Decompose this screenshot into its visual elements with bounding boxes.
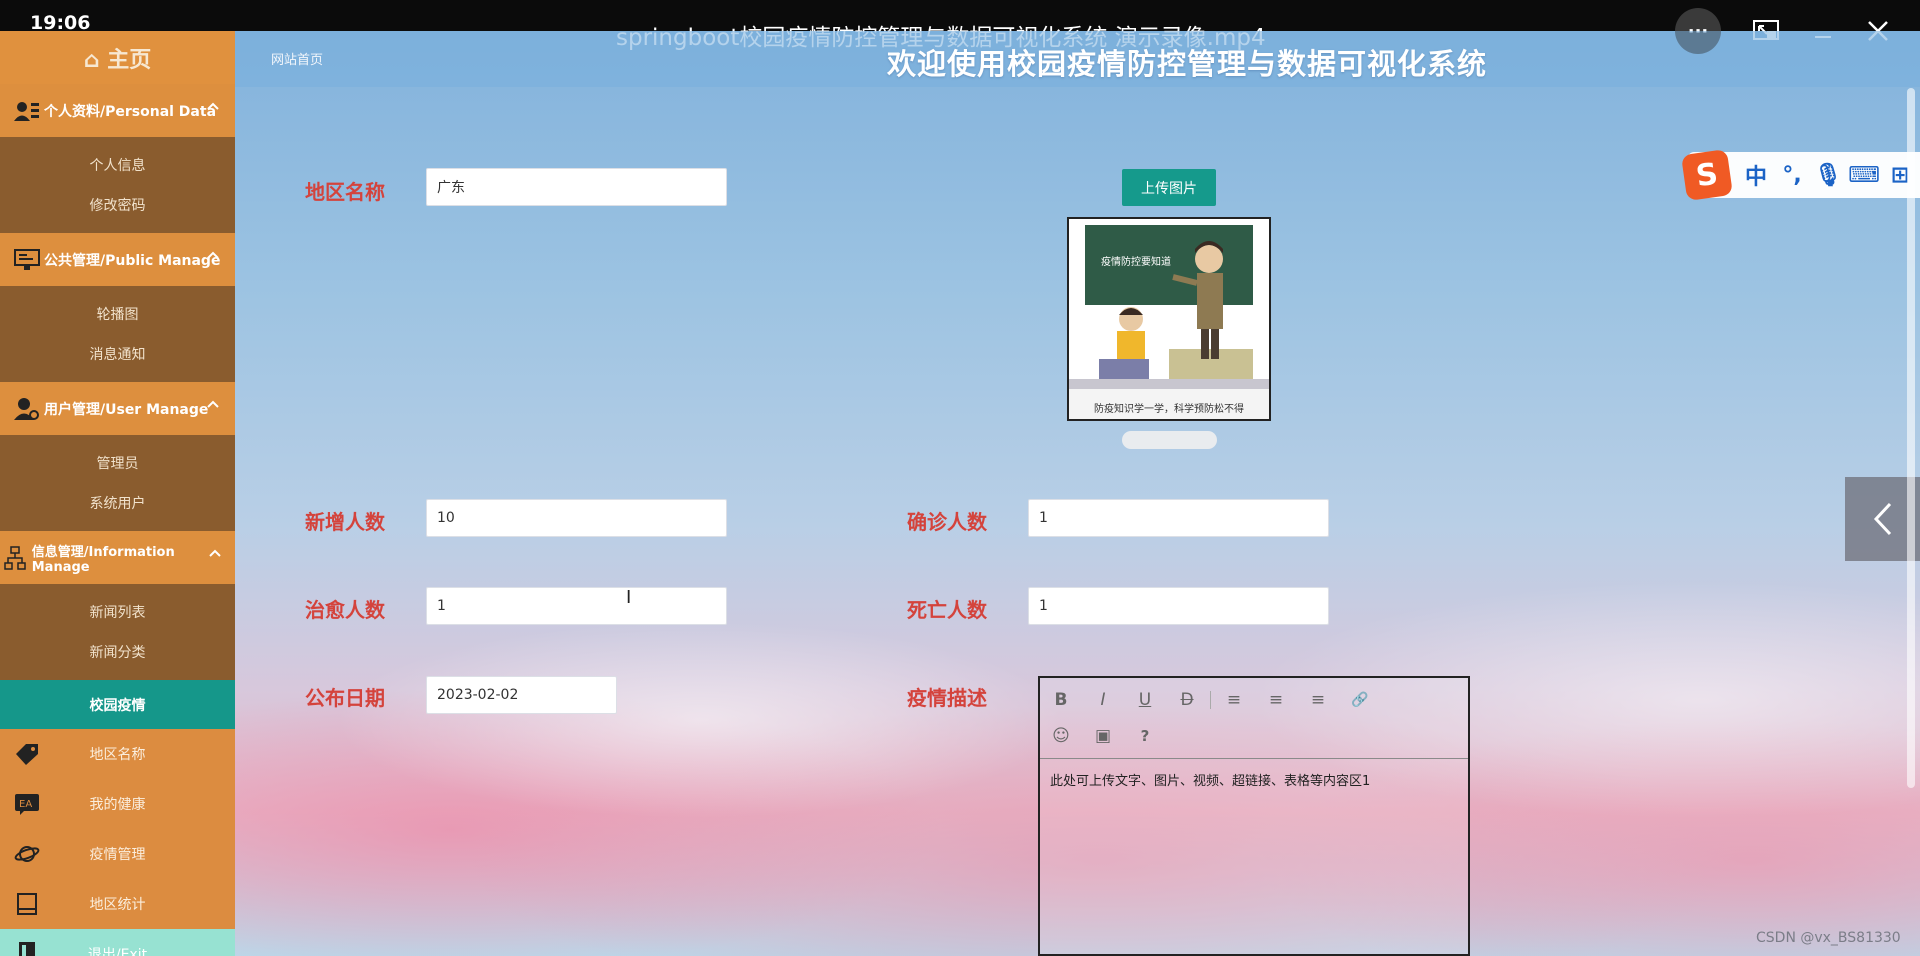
editor-toolbar: B I U D ≡ ≡ ≡ 🔗 bbox=[1040, 682, 1381, 718]
sidebar-item-epidemic-management[interactable]: 疫情管理 bbox=[0, 829, 235, 879]
emoji-button[interactable]: ☺ bbox=[1040, 718, 1082, 754]
sidebar-item-region-stats[interactable]: 地区统计 bbox=[0, 879, 235, 929]
board-text: 疫情防控要知道 bbox=[1101, 255, 1171, 268]
death-cases-input[interactable]: 1 bbox=[1028, 587, 1329, 625]
sidebar-home[interactable]: ⌂ 主页 bbox=[0, 31, 235, 84]
rich-text-editor[interactable]: B I U D ≡ ≡ ≡ 🔗 ☺ ▣ ? 此处可上传文字、图片、视频、超链接、… bbox=[1038, 676, 1470, 956]
epidemic-description-label: 疫情描述 bbox=[907, 686, 987, 710]
align-left-button[interactable]: ≡ bbox=[1213, 682, 1255, 718]
sidebar-item-notifications[interactable]: 消息通知 bbox=[0, 334, 235, 374]
svg-text:EA: EA bbox=[19, 799, 32, 810]
bold-button[interactable]: B bbox=[1040, 682, 1082, 718]
sidebar-submenu: 个人信息 修改密码 bbox=[0, 137, 235, 233]
image-caption: 防疫知识学一学，科学预防松不得 bbox=[1094, 404, 1244, 415]
new-cases-input[interactable]: 10 bbox=[426, 499, 727, 537]
editor-divider bbox=[1040, 758, 1468, 759]
editor-content[interactable]: 此处可上传文字、图片、视频、超链接、表格等内容区1 bbox=[1050, 770, 1370, 789]
chevron-up-icon bbox=[209, 549, 221, 557]
sidebar-group-personal[interactable]: 个人资料/Personal Data bbox=[0, 84, 235, 137]
publish-date-label: 公布日期 bbox=[305, 686, 385, 710]
sidebar-group-users[interactable]: 用户管理/User Manage bbox=[0, 382, 235, 435]
image-button[interactable]: ▣ bbox=[1082, 718, 1124, 754]
confirmed-cases-input[interactable]: 1 bbox=[1028, 499, 1329, 537]
sidebar-group-label: 个人资料/Personal Data bbox=[44, 103, 217, 120]
upload-image-button[interactable]: 上传图片 bbox=[1122, 169, 1216, 206]
chevron-up-icon bbox=[207, 400, 219, 408]
sidebar-submenu: 管理员 系统用户 bbox=[0, 435, 235, 531]
keyboard-icon[interactable]: ⌨ bbox=[1846, 163, 1882, 188]
cured-cases-label: 治愈人数 bbox=[305, 598, 385, 622]
italic-button[interactable]: I bbox=[1082, 682, 1124, 718]
breadcrumb[interactable]: 网站首页 bbox=[271, 49, 323, 68]
scrollbar[interactable] bbox=[1907, 88, 1915, 788]
door-icon bbox=[19, 942, 35, 956]
classroom-illustration: 疫情防控要知道 bbox=[1069, 219, 1269, 389]
ime-toolbar: S 中 °, 🎙 ⌨ ⊞ bbox=[1681, 149, 1920, 201]
image-action-pill[interactable] bbox=[1122, 431, 1217, 449]
sidebar-group-label: 信息管理/Information Manage bbox=[31, 544, 175, 575]
region-name-label: 地区名称 bbox=[305, 180, 385, 204]
chevron-up-icon bbox=[207, 102, 219, 110]
toolbar-divider bbox=[1210, 691, 1211, 709]
cured-cases-input[interactable]: 1 bbox=[426, 587, 727, 625]
align-center-button[interactable]: ≡ bbox=[1255, 682, 1297, 718]
confirmed-cases-label: 确诊人数 bbox=[907, 510, 987, 534]
chevron-left-icon bbox=[1873, 502, 1891, 536]
region-name-input[interactable]: 广东 bbox=[426, 168, 727, 206]
book-icon bbox=[17, 893, 37, 915]
tag-icon bbox=[16, 744, 38, 765]
sidebar-item-campus-epidemic[interactable]: 校园疫情 bbox=[0, 680, 235, 729]
sitemap-icon bbox=[2, 545, 28, 571]
publish-date-input[interactable]: 2023-02-02 bbox=[426, 676, 617, 714]
sogou-logo-icon[interactable]: S bbox=[1681, 149, 1733, 201]
sidebar-item-carousel[interactable]: 轮播图 bbox=[0, 294, 235, 334]
page-header: 网站首页 欢迎使用校园疫情防控管理与数据可视化系统 bbox=[235, 31, 1920, 87]
sidebar-item-personal-info[interactable]: 个人信息 bbox=[0, 145, 235, 185]
sidebar-submenu: 轮播图 消息通知 bbox=[0, 286, 235, 382]
sidebar-group-public[interactable]: 公共管理/Public Manage bbox=[0, 233, 235, 286]
link-button[interactable]: 🔗 bbox=[1339, 682, 1381, 718]
underline-button[interactable]: U bbox=[1124, 682, 1166, 718]
sidebar-item-region-name[interactable]: 地区名称 bbox=[0, 729, 235, 779]
help-button[interactable]: ? bbox=[1124, 718, 1166, 754]
planet-icon bbox=[14, 846, 40, 862]
sidebar-submenu: 新闻列表 新闻分类 bbox=[0, 584, 235, 680]
watermark: CSDN @vx_BS81330 bbox=[1756, 930, 1901, 946]
monitor-icon bbox=[14, 247, 40, 273]
exit-button[interactable]: 退出/Exit bbox=[0, 929, 235, 956]
user-card-icon bbox=[14, 98, 40, 124]
death-cases-label: 死亡人数 bbox=[907, 598, 987, 622]
sidebar: ⌂ 主页 个人资料/Personal Data 个人信息 修改密码 公共管理/P… bbox=[0, 31, 235, 956]
background-scene bbox=[0, 0, 1920, 956]
ime-punctuation-toggle[interactable]: °, bbox=[1774, 163, 1810, 188]
align-right-button[interactable]: ≡ bbox=[1297, 682, 1339, 718]
new-cases-label: 新增人数 bbox=[305, 510, 385, 534]
sidebar-item-news-category[interactable]: 新闻分类 bbox=[0, 632, 235, 672]
ime-chinese-toggle[interactable]: 中 bbox=[1738, 159, 1774, 191]
user-gear-icon bbox=[14, 396, 40, 422]
translate-icon: EA bbox=[15, 794, 39, 815]
sidebar-item-my-health[interactable]: EA 我的健康 bbox=[0, 779, 235, 829]
sidebar-group-label: 公共管理/Public Manage bbox=[44, 252, 221, 269]
uploaded-image-preview: 疫情防控要知道 防疫知识学一学，科学预防松不得 bbox=[1067, 217, 1271, 421]
editor-toolbar-row-2: ☺ ▣ ? bbox=[1040, 718, 1166, 754]
sidebar-item-news-list[interactable]: 新闻列表 bbox=[0, 592, 235, 632]
page-title: 欢迎使用校园疫情防控管理与数据可视化系统 bbox=[887, 47, 1488, 81]
sidebar-group-information[interactable]: 信息管理/Information Manage bbox=[0, 531, 235, 584]
chevron-up-icon bbox=[207, 251, 219, 259]
text-cursor-icon: I bbox=[626, 587, 632, 608]
sidebar-item-change-password[interactable]: 修改密码 bbox=[0, 185, 235, 225]
microphone-icon[interactable]: 🎙 bbox=[1810, 163, 1846, 188]
sidebar-group-label: 用户管理/User Manage bbox=[44, 401, 209, 418]
sidebar-item-admins[interactable]: 管理员 bbox=[0, 443, 235, 483]
video-player-bar: 19:06 springboot校园疫情防控管理与数据可视化系统 演示录像.mp… bbox=[0, 0, 1920, 51]
strikethrough-button[interactable]: D bbox=[1166, 682, 1208, 718]
sidebar-item-system-users[interactable]: 系统用户 bbox=[0, 483, 235, 523]
